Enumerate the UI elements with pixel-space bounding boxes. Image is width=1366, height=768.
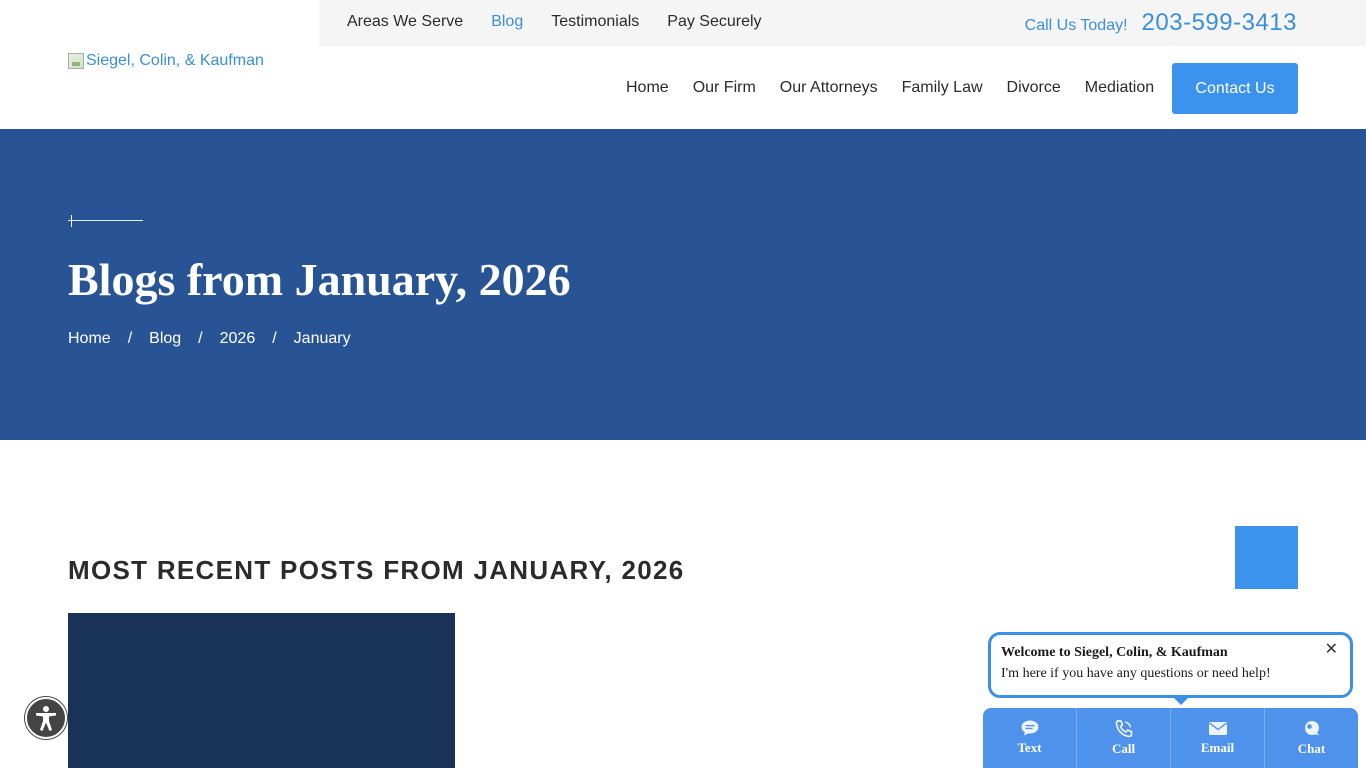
hero-banner: Blogs from January, 2026 Home / Blog / 2… — [0, 129, 1366, 440]
logo-alt-text: Siegel, Colin, & Kaufman — [86, 52, 264, 69]
page-title: Blogs from January, 2026 — [68, 254, 571, 305]
chat-welcome-message: I'm here if you have any questions or ne… — [1001, 666, 1271, 681]
nav-our-attorneys[interactable]: Our Attorneys — [780, 79, 878, 97]
breadcrumb: Home / Blog / 2026 / January — [68, 330, 351, 348]
phone-link[interactable]: 203-599-3413 — [1142, 9, 1297, 37]
chat-icon — [1304, 720, 1319, 735]
breadcrumb-blog[interactable]: Blog — [149, 330, 181, 348]
call-action-button[interactable]: Call — [1077, 708, 1171, 768]
accessibility-button[interactable] — [25, 697, 67, 739]
chat-action-label: Chat — [1297, 740, 1326, 756]
breadcrumb-separator: / — [198, 330, 203, 347]
breadcrumb-separator: / — [127, 330, 133, 347]
accessibility-icon — [36, 706, 56, 731]
text-action-button[interactable]: Text — [983, 708, 1077, 768]
utility-link-areas-we-serve[interactable]: Areas We Serve — [347, 13, 463, 31]
email-action-button[interactable]: Email — [1171, 708, 1265, 768]
hero-decor-line — [68, 220, 143, 221]
contact-action-bar: Text Call Email Chat — [983, 708, 1358, 768]
nav-divorce[interactable]: Divorce — [1007, 79, 1061, 97]
hero-decor-tick — [71, 215, 72, 227]
breadcrumb-home[interactable]: Home — [68, 330, 111, 348]
breadcrumb-month: January — [293, 330, 351, 347]
breadcrumb-year[interactable]: 2026 — [220, 330, 256, 348]
chat-welcome-popup: Welcome to Siegel, Colin, & Kaufman I'm … — [988, 632, 1353, 698]
chat-action-button[interactable]: Chat — [1265, 708, 1358, 768]
filter-toggle-button[interactable] — [1235, 526, 1298, 589]
nav-home[interactable]: Home — [626, 79, 669, 97]
main-nav: Home Our Firm Our Attorneys Family Law D… — [626, 79, 1154, 97]
envelope-icon — [1208, 721, 1227, 735]
utility-link-pay-securely[interactable]: Pay Securely — [667, 13, 761, 31]
call-group: Call Us Today! 203-599-3413 — [1025, 9, 1297, 37]
chat-popup-pointer — [1172, 696, 1190, 705]
utility-nav: Areas We Serve Blog Testimonials Pay Sec… — [347, 13, 762, 31]
contact-us-button[interactable]: Contact Us — [1172, 63, 1298, 114]
text-action-label: Text — [1017, 740, 1042, 755]
page: Areas We Serve Blog Testimonials Pay Sec… — [0, 0, 1366, 768]
call-action-label: Call — [1111, 740, 1136, 756]
phone-icon — [1115, 719, 1132, 737]
text-bubble-icon — [1021, 720, 1038, 736]
post-card[interactable] — [68, 613, 455, 768]
section-heading: MOST RECENT POSTS FROM JANUARY, 2026 — [68, 555, 685, 585]
chat-welcome-title: Welcome to Siegel, Colin, & Kaufman — [1001, 645, 1228, 660]
nav-mediation[interactable]: Mediation — [1085, 79, 1154, 97]
breadcrumb-separator: / — [272, 330, 277, 347]
site-logo[interactable]: Siegel, Colin, & Kaufman — [68, 52, 264, 70]
call-label: Call Us Today! — [1024, 17, 1128, 34]
utility-bar: Areas We Serve Blog Testimonials Pay Sec… — [319, 0, 1366, 46]
utility-link-blog[interactable]: Blog — [491, 13, 523, 31]
email-action-label: Email — [1200, 739, 1235, 755]
close-icon[interactable]: ✕ — [1325, 639, 1338, 659]
utility-link-testimonials[interactable]: Testimonials — [551, 13, 639, 31]
broken-image-icon — [68, 53, 84, 69]
nav-our-firm[interactable]: Our Firm — [693, 79, 756, 97]
nav-family-law[interactable]: Family Law — [902, 79, 983, 97]
